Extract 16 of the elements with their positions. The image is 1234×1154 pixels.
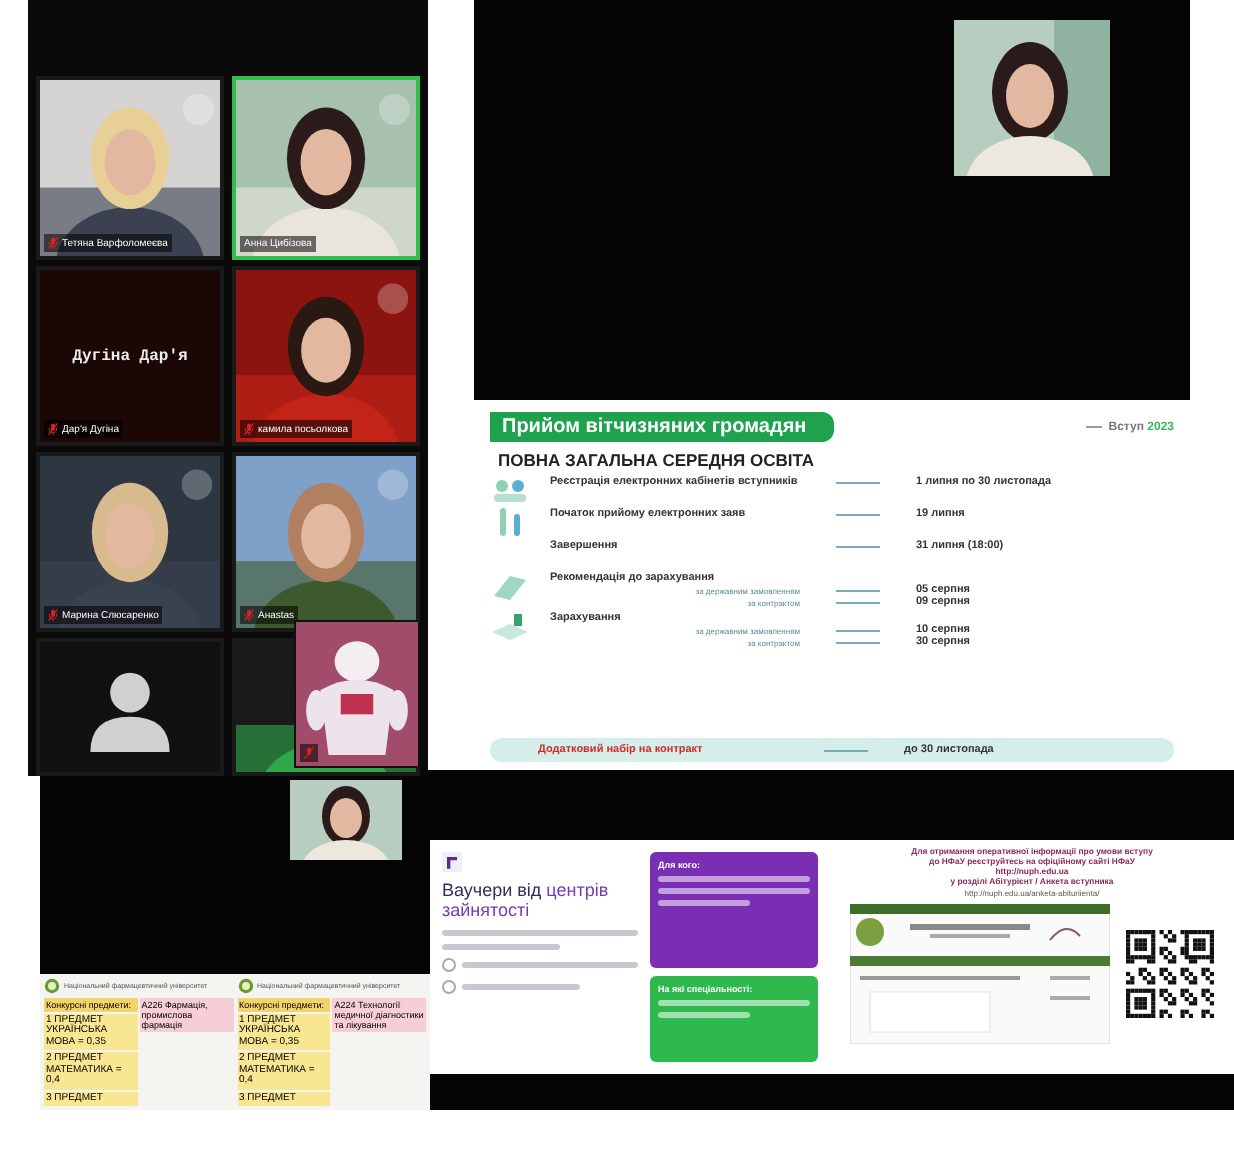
slide-header: Прийом вітчизняних громадян [490,412,835,442]
blurred-text [658,1011,750,1018]
university-logo-icon [44,977,60,993]
document-icon [490,572,530,600]
slide-title: ПОВНА ЗАГАЛЬНА СЕРЕДНЯ ОСВІТА [498,450,817,470]
blurred-text [658,900,750,906]
participant-name: Дугіна Дар'я [72,347,188,365]
logo-icon [442,852,462,872]
blurred-text [442,943,560,950]
university-logo-icon [237,977,253,993]
qr-code [1126,930,1214,1018]
blurred-text [462,983,580,990]
people-icon [490,476,530,504]
slide-title: Ваучери від центрів зайнятості [442,880,611,922]
book-icon [490,612,530,640]
video-tile[interactable] [36,638,224,776]
